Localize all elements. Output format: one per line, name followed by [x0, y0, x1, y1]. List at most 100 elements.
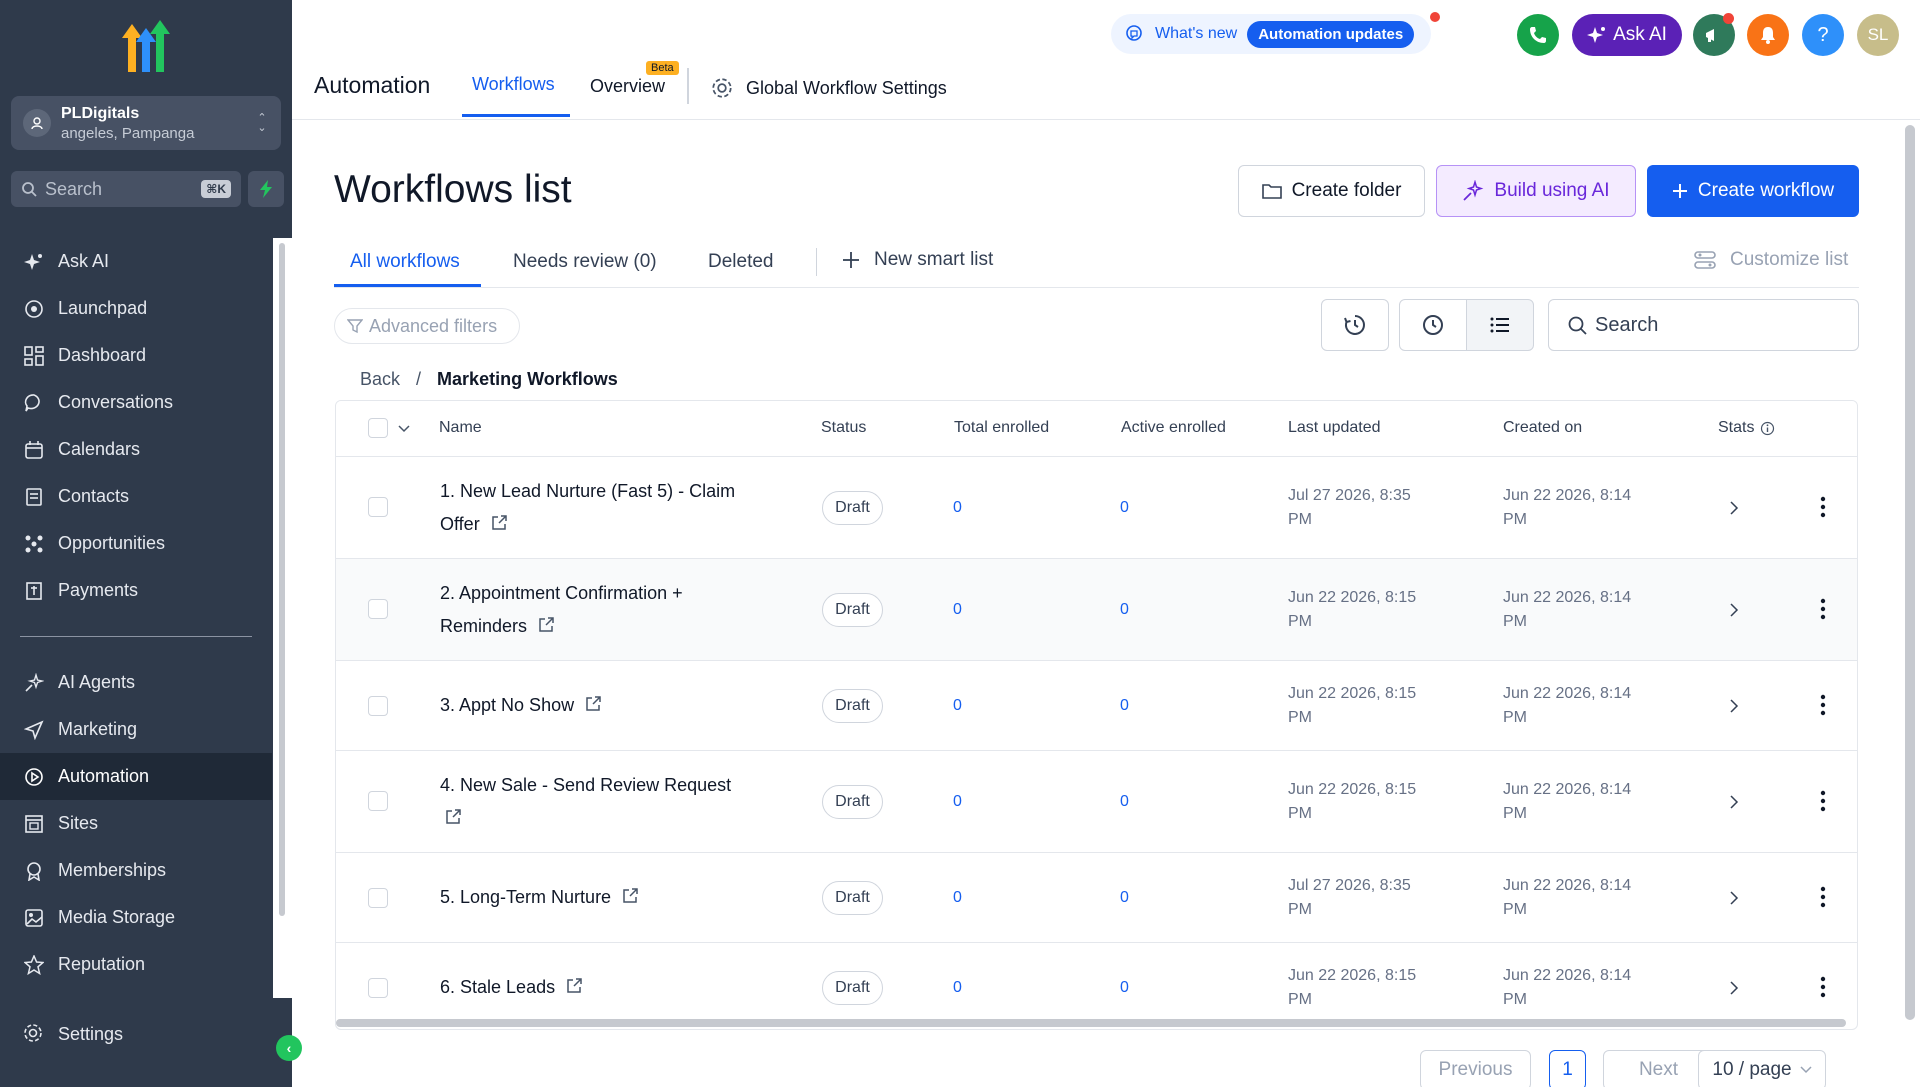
sidebar-item-calendars[interactable]: Calendars: [0, 426, 272, 473]
chevron-down-icon[interactable]: [398, 425, 410, 433]
external-link-icon[interactable]: [490, 514, 508, 532]
table-row[interactable]: 4. New Sale - Send Review Request Draft …: [336, 751, 1857, 853]
table-row[interactable]: 5. Long-Term Nurture Draft 0 0 Jul 27 20…: [336, 853, 1857, 943]
tab-needs-review[interactable]: Needs review (0): [513, 251, 657, 273]
info-icon[interactable]: [1760, 421, 1775, 436]
search-input[interactable]: Search: [1548, 299, 1859, 351]
workflow-name[interactable]: 4. New Sale - Send Review Request: [440, 775, 731, 795]
chevron-right-icon[interactable]: [1729, 699, 1739, 713]
chevron-right-icon[interactable]: [1729, 981, 1739, 995]
external-link-icon[interactable]: [584, 695, 602, 713]
workflow-name-cell[interactable]: 4. New Sale - Send Review Request: [440, 769, 780, 835]
sidebar-item-launchpad[interactable]: Launchpad: [0, 285, 272, 332]
column-last-updated[interactable]: Last updated: [1288, 419, 1381, 437]
tab-all-workflows[interactable]: All workflows: [350, 251, 460, 273]
workflow-name-cell[interactable]: 6. Stale Leads: [440, 971, 740, 1004]
sidebar-item-media-storage[interactable]: Media Storage: [0, 894, 272, 941]
column-active-enrolled[interactable]: Active enrolled: [1121, 419, 1226, 437]
build-using-ai-button[interactable]: Build using AI: [1436, 165, 1636, 217]
sidebar-item-ai-agents[interactable]: AI Agents: [0, 659, 272, 706]
active-enrolled-value[interactable]: 0: [1120, 697, 1129, 715]
chevron-right-icon[interactable]: [1729, 603, 1739, 617]
more-options-icon[interactable]: [1820, 496, 1826, 518]
column-stats[interactable]: Stats: [1718, 419, 1775, 437]
sidebar-item-conversations[interactable]: Conversations: [0, 379, 272, 426]
help-button[interactable]: ?: [1802, 14, 1844, 56]
recent-view-button[interactable]: [1399, 299, 1467, 351]
table-row[interactable]: 2. Appointment Confirmation + Reminders …: [336, 559, 1857, 661]
collapse-sidebar-button[interactable]: ‹: [276, 1035, 302, 1061]
row-checkbox[interactable]: [368, 599, 388, 619]
workflow-name-cell[interactable]: 5. Long-Term Nurture: [440, 881, 740, 914]
active-enrolled-value[interactable]: 0: [1120, 601, 1129, 619]
row-checkbox[interactable]: [368, 888, 388, 908]
automation-updates-pill[interactable]: Automation updates: [1247, 20, 1415, 48]
total-enrolled-value[interactable]: 0: [953, 697, 962, 715]
external-link-icon[interactable]: [444, 808, 462, 826]
sidebar-item-reputation[interactable]: Reputation: [0, 941, 272, 988]
active-enrolled-value[interactable]: 0: [1120, 889, 1129, 907]
chevron-right-icon[interactable]: [1729, 891, 1739, 905]
row-checkbox[interactable]: [368, 696, 388, 716]
previous-page-button[interactable]: Previous: [1420, 1050, 1531, 1087]
total-enrolled-value[interactable]: 0: [953, 889, 962, 907]
sidebar-item-payments[interactable]: Payments: [0, 567, 272, 614]
create-workflow-button[interactable]: Create workflow: [1647, 165, 1859, 217]
sidebar-item-memberships[interactable]: Memberships: [0, 847, 272, 894]
workflow-name[interactable]: 3. Appt No Show: [440, 695, 574, 715]
more-options-icon[interactable]: [1820, 694, 1826, 716]
workflow-name[interactable]: 2. Appointment Confirmation + Reminders: [440, 583, 683, 636]
tab-deleted[interactable]: Deleted: [708, 251, 774, 273]
column-created-on[interactable]: Created on: [1503, 419, 1582, 437]
avatar[interactable]: SL: [1857, 14, 1899, 56]
sidebar-item-settings[interactable]: Settings: [22, 1022, 123, 1046]
chevron-right-icon[interactable]: [1729, 795, 1739, 809]
external-link-icon[interactable]: [621, 887, 639, 905]
active-enrolled-value[interactable]: 0: [1120, 793, 1129, 811]
workflow-name[interactable]: 6. Stale Leads: [440, 977, 555, 997]
tab-global-workflow-settings[interactable]: Global Workflow Settings: [710, 76, 947, 100]
sidebar-item-dashboard[interactable]: Dashboard: [0, 332, 272, 379]
sidebar-item-contacts[interactable]: Contacts: [0, 473, 272, 520]
whats-new-banner[interactable]: What's new Automation updates: [1111, 14, 1431, 54]
sidebar-item-automation[interactable]: Automation: [0, 753, 272, 800]
column-status[interactable]: Status: [821, 419, 866, 437]
table-row[interactable]: 6. Stale Leads Draft 0 0 Jun 22 2026, 8:…: [336, 943, 1857, 1029]
sidebar-item-ask-ai[interactable]: Ask AI: [0, 238, 272, 285]
notifications-button[interactable]: [1747, 14, 1789, 56]
quick-action-button[interactable]: [248, 171, 284, 207]
customize-list-button[interactable]: Customize list: [1694, 249, 1848, 271]
create-folder-button[interactable]: Create folder: [1238, 165, 1425, 217]
more-options-icon[interactable]: [1820, 790, 1826, 812]
table-row[interactable]: 3. Appt No Show Draft 0 0 Jun 22 2026, 8…: [336, 661, 1857, 751]
page-size-select[interactable]: 10 / page: [1698, 1050, 1826, 1087]
workflow-name-cell[interactable]: 2. Appointment Confirmation + Reminders: [440, 577, 740, 643]
phone-button[interactable]: [1517, 14, 1559, 56]
active-enrolled-value[interactable]: 0: [1120, 499, 1129, 517]
more-options-icon[interactable]: [1820, 598, 1826, 620]
tab-workflows[interactable]: Workflows: [472, 74, 555, 95]
sidebar-item-sites[interactable]: Sites: [0, 800, 272, 847]
sidebar-scrollbar[interactable]: [279, 243, 285, 916]
sidebar-item-marketing[interactable]: Marketing: [0, 706, 272, 753]
advanced-filters-button[interactable]: Advanced filters: [334, 308, 520, 344]
more-options-icon[interactable]: [1820, 886, 1826, 908]
sidebar-search[interactable]: Search ⌘K: [11, 171, 241, 207]
breadcrumb-back[interactable]: Back: [360, 369, 400, 390]
external-link-icon[interactable]: [537, 616, 555, 634]
total-enrolled-value[interactable]: 0: [953, 601, 962, 619]
chevron-right-icon[interactable]: [1729, 501, 1739, 515]
total-enrolled-value[interactable]: 0: [953, 499, 962, 517]
workflow-name[interactable]: 5. Long-Term Nurture: [440, 887, 611, 907]
more-options-icon[interactable]: [1820, 976, 1826, 998]
row-checkbox[interactable]: [368, 791, 388, 811]
list-view-button[interactable]: [1466, 299, 1534, 351]
page-scrollbar[interactable]: [1905, 125, 1915, 1020]
select-all-checkbox[interactable]: [368, 418, 388, 438]
page-number-button[interactable]: 1: [1549, 1050, 1586, 1087]
account-switcher[interactable]: PLDigitals angeles, Pampanga ⌃ ⌄: [11, 96, 281, 150]
table-row[interactable]: 1. New Lead Nurture (Fast 5) - Claim Off…: [336, 457, 1857, 559]
active-enrolled-value[interactable]: 0: [1120, 979, 1129, 997]
sidebar-item-opportunities[interactable]: Opportunities: [0, 520, 272, 567]
ask-ai-button[interactable]: Ask AI: [1572, 14, 1682, 56]
